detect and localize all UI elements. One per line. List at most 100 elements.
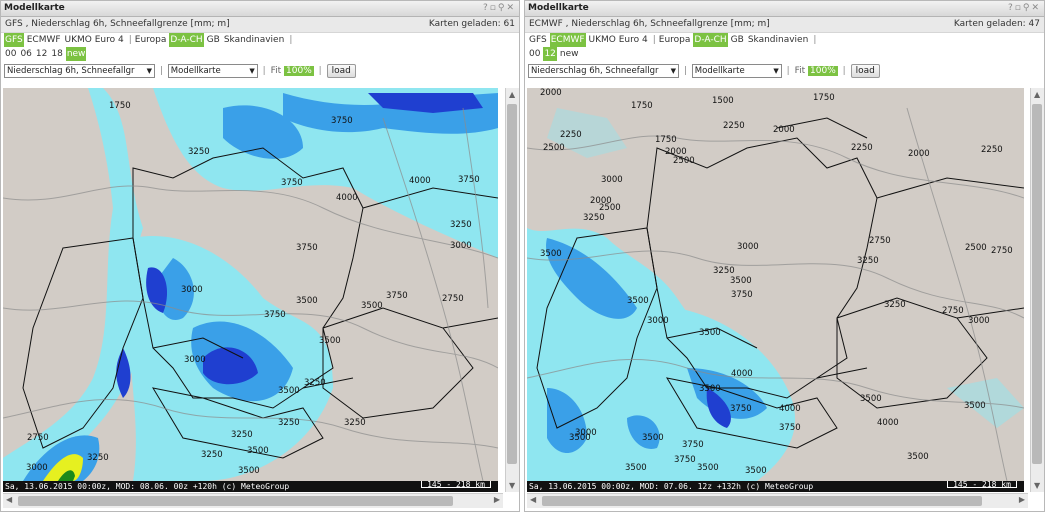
parameter-select-value: Niederschlag 6h, Schneefallgr	[7, 65, 135, 76]
window-title-bar[interactable]: Modellkarte ?▫⚲✕	[525, 1, 1044, 17]
fit-label[interactable]: Fit	[271, 66, 282, 76]
horizontal-scrollbar[interactable]: ◀ ▶	[3, 493, 503, 508]
contour-label: 3750	[730, 404, 752, 414]
contour-label: 3250	[583, 213, 605, 223]
model-option-gfs[interactable]: GFS	[4, 33, 24, 47]
load-button[interactable]: load	[326, 63, 356, 78]
contour-label: 2500	[965, 243, 987, 253]
horizontal-scroll-thumb[interactable]	[18, 496, 453, 506]
control-row: Niederschlag 6h, Schneefallgr ▼ | Modellk…	[525, 61, 1044, 81]
contour-label: 3500	[278, 386, 300, 396]
contour-label: 3000	[601, 175, 623, 185]
model-option-ukmo[interactable]: UKMO Euro 4	[588, 33, 649, 47]
horizontal-scroll-thumb[interactable]	[542, 496, 982, 506]
contour-label: 3750	[386, 291, 408, 301]
run-option-new[interactable]: new	[65, 47, 87, 61]
run-option-00[interactable]: 00	[4, 47, 17, 61]
contour-label: 3750	[458, 175, 480, 185]
map-type-select[interactable]: Modellkarte ▼	[691, 63, 782, 78]
contour-label: 3000	[450, 241, 472, 251]
close-icon[interactable]: ✕	[1031, 3, 1041, 13]
zoom-value[interactable]: 100%	[808, 66, 838, 76]
vertical-scrollbar[interactable]: ▲ ▼	[1030, 88, 1044, 492]
contour-label: 3000	[26, 463, 48, 473]
map-description: ECMWF , Niederschlag 6h, Schneefallgrenz…	[529, 19, 770, 29]
scroll-left-icon[interactable]: ◀	[530, 495, 536, 504]
region-option-europa[interactable]: Europa	[658, 33, 692, 47]
run-option-new[interactable]: new	[559, 47, 580, 61]
zoom-value[interactable]: 100%	[284, 66, 314, 76]
region-option-gb[interactable]: GB	[730, 33, 745, 47]
region-option-gb[interactable]: GB	[206, 33, 221, 47]
run-option-12[interactable]: 12	[543, 47, 557, 61]
contour-label: 3500	[745, 466, 767, 476]
separator: |	[842, 66, 846, 76]
contour-label: 3750	[264, 310, 286, 320]
contour-label: 3750	[296, 243, 318, 253]
weather-map[interactable]: 1750 3750 3250 3750 4000 3750 4000 3250 …	[3, 88, 498, 481]
contour-label: 4000	[409, 176, 431, 186]
contour-label: 3750	[281, 178, 303, 188]
horizontal-scrollbar[interactable]: ◀ ▶	[527, 493, 1028, 508]
separator: |	[683, 66, 687, 76]
vertical-scroll-thumb[interactable]	[507, 104, 517, 464]
model-option-ukmo[interactable]: UKMO Euro 4	[64, 33, 125, 47]
minimize-icon[interactable]: ▫	[490, 3, 498, 13]
run-option-18[interactable]: 18	[50, 47, 63, 61]
region-option-dach[interactable]: D-A-CH	[693, 33, 728, 47]
contour-label: 3250	[278, 418, 300, 428]
map-description: GFS , Niederschlag 6h, Schneefallgrenze …	[5, 19, 230, 29]
weather-map[interactable]: 2000 1750 1500 1750 2250 2500 2250 2000 …	[527, 88, 1024, 481]
window-tools: ?▫⚲✕	[483, 1, 516, 16]
contour-label: 2000	[540, 88, 562, 98]
contour-label: 3500	[627, 296, 649, 306]
close-icon[interactable]: ✕	[506, 3, 516, 13]
scroll-up-icon[interactable]: ▲	[509, 90, 515, 99]
parameter-select[interactable]: Niederschlag 6h, Schneefallgr ▼	[4, 63, 155, 78]
contour-label: 2500	[543, 143, 565, 153]
contour-label: 3750	[331, 116, 353, 126]
run-row: 00 06 12 18 new	[1, 47, 519, 61]
fit-label[interactable]: Fit	[795, 66, 806, 76]
separator: |	[289, 35, 293, 45]
contour-label: 3500	[699, 384, 721, 394]
scroll-up-icon[interactable]: ▲	[1034, 90, 1040, 99]
model-option-ecmwf[interactable]: ECMWF	[26, 33, 62, 47]
contour-label: 4000	[731, 369, 753, 379]
map-type-select[interactable]: Modellkarte ▼	[167, 63, 258, 78]
region-option-skandinavien[interactable]: Skandinavien	[223, 33, 286, 47]
minimize-icon[interactable]: ▫	[1015, 3, 1023, 13]
run-option-12[interactable]: 12	[35, 47, 48, 61]
model-option-ecmwf[interactable]: ECMWF	[549, 33, 586, 47]
left-map-panel: Modellkarte ?▫⚲✕ GFS , Niederschlag 6h, …	[0, 0, 520, 512]
help-icon[interactable]: ?	[1008, 3, 1015, 13]
model-region-row: GFS ECMWF UKMO Euro 4 | Europa D-A-CH GB Skandi…	[525, 33, 1044, 47]
run-option-06[interactable]: 06	[19, 47, 32, 61]
contour-label: 3500	[319, 336, 341, 346]
load-button[interactable]: load	[850, 63, 880, 78]
vertical-scroll-thumb[interactable]	[1032, 104, 1042, 464]
region-option-skandinavien[interactable]: Skandinavien	[747, 33, 810, 47]
run-option-00[interactable]: 00	[528, 47, 541, 61]
scroll-left-icon[interactable]: ◀	[6, 495, 12, 504]
contour-label: 2500	[673, 156, 695, 166]
region-option-dach[interactable]: D-A-CH	[169, 33, 204, 47]
scroll-right-icon[interactable]: ▶	[494, 495, 500, 504]
contour-label: 3750	[674, 455, 696, 465]
scroll-down-icon[interactable]: ▼	[509, 481, 515, 490]
map-scale: 145 - 218 km	[947, 481, 1017, 489]
contour-label: 2750	[869, 236, 891, 246]
chevron-down-icon: ▼	[773, 66, 779, 75]
vertical-scrollbar[interactable]: ▲ ▼	[505, 88, 519, 492]
help-icon[interactable]: ?	[483, 3, 490, 13]
model-option-gfs[interactable]: GFS	[528, 33, 548, 47]
region-option-europa[interactable]: Europa	[134, 33, 168, 47]
contour-label: 2750	[442, 294, 464, 304]
scroll-down-icon[interactable]: ▼	[1034, 481, 1040, 490]
scroll-right-icon[interactable]: ▶	[1019, 495, 1025, 504]
contour-label: 3250	[304, 378, 326, 388]
window-title-bar[interactable]: Modellkarte ?▫⚲✕	[1, 1, 519, 17]
parameter-select[interactable]: Niederschlag 6h, Schneefallgr ▼	[528, 63, 679, 78]
contour-label: 3500	[247, 446, 269, 456]
separator: |	[318, 66, 322, 76]
